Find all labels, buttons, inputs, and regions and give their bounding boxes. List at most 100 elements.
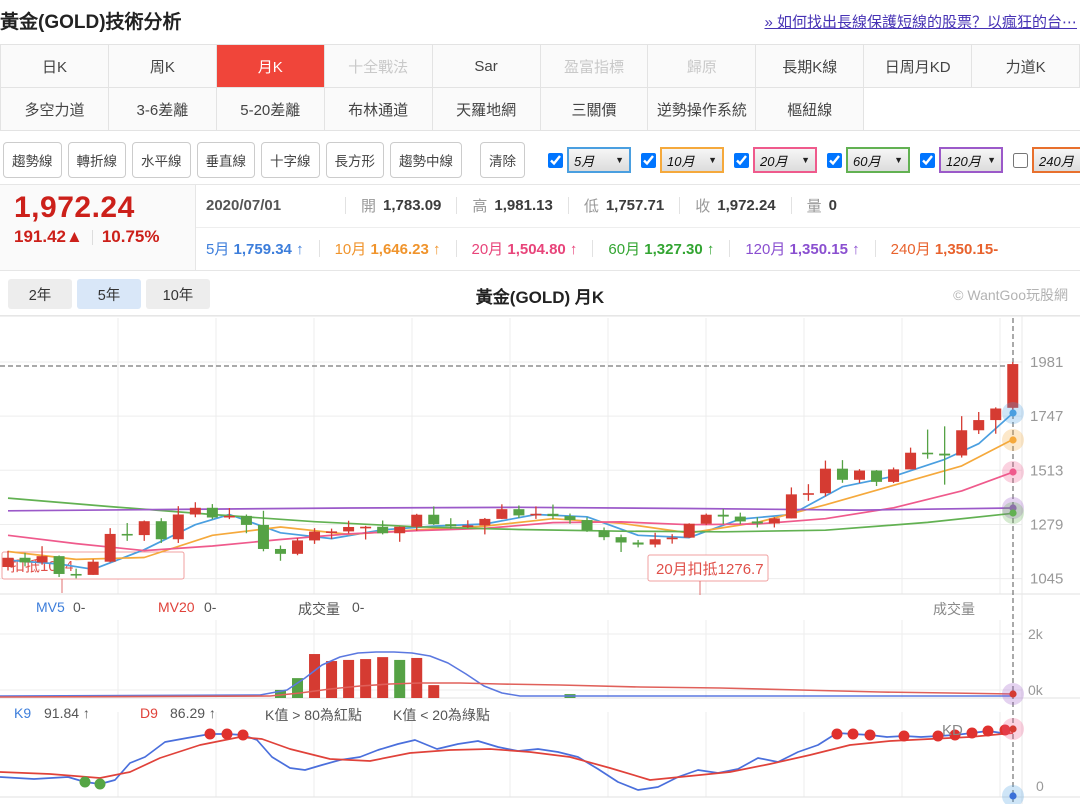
ma-checkbox-20month[interactable]: [734, 152, 749, 168]
ma-checkbox-60month[interactable]: [827, 152, 842, 168]
tab-bollinger[interactable]: 布林通道: [324, 88, 433, 131]
divider: [345, 197, 346, 215]
tab-yingfu[interactable]: 盈富指標: [540, 45, 649, 88]
chart-toolbar: 2年 5年 10年 黃金(GOLD) 月K © WantGoo玩股網: [0, 272, 1080, 316]
crossline-button[interactable]: 十字線: [261, 142, 320, 178]
svg-text:1279: 1279: [1030, 516, 1063, 533]
tab-guiyuan[interactable]: 歸原: [648, 45, 757, 88]
tab-nishi[interactable]: 逆勢操作系統: [648, 88, 757, 131]
ma-toggle-60month: 60月 ▼: [827, 147, 910, 173]
tab-monthly-k[interactable]: 月K: [216, 45, 325, 88]
mv20-label: MV20: [158, 599, 195, 615]
tab-duokong[interactable]: 多空力道: [1, 88, 109, 131]
kd-note-red: K值 > 80為紅點: [265, 707, 362, 723]
ma-select-10month[interactable]: 10月 ▼: [660, 147, 724, 173]
tab-sanguan[interactable]: 三關價: [540, 88, 649, 131]
close-label: 收: [695, 198, 711, 216]
dropdown-caret-icon: ▼: [615, 155, 624, 165]
close-value: 1,972.24: [717, 197, 776, 215]
tab-shiquan[interactable]: 十全戰法: [324, 45, 433, 88]
dropdown-caret-icon: ▼: [894, 155, 903, 165]
ma-checkbox-5month[interactable]: [548, 152, 563, 168]
tab-sar[interactable]: Sar: [432, 45, 541, 88]
clear-button[interactable]: 清除: [480, 142, 525, 178]
select-label: 20月: [760, 153, 788, 169]
volume-label: 量: [806, 198, 822, 216]
mv5-label: MV5: [36, 599, 65, 615]
price-change-percent: 10.75%: [101, 227, 160, 246]
ma-select-5month[interactable]: 5月 ▼: [567, 147, 631, 173]
divider: [790, 197, 792, 215]
ma5-value: 5月 1,759.34 ↑: [206, 241, 304, 259]
ma-select-20month[interactable]: 20月 ▼: [753, 147, 817, 173]
divider: [567, 197, 569, 215]
tab-weekly-k[interactable]: 周K: [108, 45, 217, 88]
tab-daily-k[interactable]: 日K: [1, 45, 109, 88]
ma-checkbox-120month[interactable]: [920, 152, 935, 168]
low-value: 1,757.71: [605, 197, 665, 215]
ma-checkbox-240month[interactable]: [1013, 152, 1028, 168]
open-pair: 開 1,783.09: [361, 195, 441, 216]
tab-dwm-kd[interactable]: 日周月KD: [864, 45, 973, 88]
ma-toggle-row: 5月 ▼ 10月 ▼ 20月 ▼ 60月 ▼ 120月 ▼ 240月▼: [548, 147, 1080, 173]
trendline-button[interactable]: 趨勢線: [3, 142, 62, 178]
range-5year-button[interactable]: 5年: [77, 279, 141, 309]
vline-button[interactable]: 垂直線: [196, 142, 255, 178]
tab-lidao-k[interactable]: 力道K: [972, 45, 1080, 88]
chart-title: 黃金(GOLD) 月K: [475, 288, 605, 307]
header: 黃金(GOLD)技術分析 » 如何找出長線保護短線的股票？以瘋狂的台⋯: [0, 0, 1080, 40]
volume-pair: 量0: [807, 195, 837, 216]
svg-text:1513: 1513: [1030, 462, 1063, 479]
ma-toggle-120month: 120月 ▼: [920, 147, 1003, 173]
range-10year-button[interactable]: 10年: [146, 279, 210, 309]
price-change: 191.42▲: [14, 227, 83, 246]
last-price: 1,972.24: [14, 191, 135, 224]
watermark: © WantGoo玩股網: [953, 287, 1068, 303]
ma-select-120month[interactable]: 120月 ▼: [939, 147, 1003, 173]
tab-tianluo[interactable]: 天羅地網: [432, 88, 541, 131]
divider: [455, 240, 457, 258]
high-pair: 高 1,981.13: [472, 195, 552, 216]
tab-longterm-k[interactable]: 長期K線: [756, 45, 865, 88]
ma60-value: 60月 1,327.30 ↑: [608, 241, 715, 259]
ma-toggle-5month: 5月 ▼: [548, 147, 631, 173]
trend-midline-button[interactable]: 趨勢中線: [390, 142, 462, 178]
ma-toggle-20month: 20月 ▼: [734, 147, 817, 173]
rectangle-button[interactable]: 長方形: [325, 142, 384, 178]
svg-text:1045: 1045: [1030, 571, 1063, 588]
tab-pivot[interactable]: 樞紐線: [756, 88, 865, 131]
ma-toggle-240month: 240月▼: [1013, 147, 1080, 173]
divider: [679, 197, 681, 215]
page: 黃金(GOLD)技術分析 » 如何找出長線保護短線的股票？以瘋狂的台⋯ 日K 周…: [0, 0, 1080, 804]
high-label: 高: [472, 198, 488, 216]
volume-corner-label: 成交量: [933, 601, 975, 617]
high-value: 1,981.13: [494, 197, 553, 215]
ma240-value: 240月 1,350.15-: [890, 241, 999, 259]
quote-price-block: 1,972.24 191.42▲ 10.75%: [0, 185, 196, 270]
ma-checkbox-10month[interactable]: [641, 152, 656, 168]
range-2year-button[interactable]: 2年: [8, 279, 72, 309]
close-pair: 收 1,972.24: [695, 195, 775, 216]
dropdown-caret-icon: ▼: [987, 155, 996, 165]
vol-value: 0-: [352, 599, 365, 615]
hline-button[interactable]: 水平線: [132, 142, 191, 178]
related-article-link[interactable]: » 如何找出長線保護短線的股票？以瘋狂的台⋯: [764, 11, 1077, 32]
page-title: 黃金(GOLD)技術分析: [0, 12, 182, 33]
ma20-value: 20月 1,504.80 ↑: [471, 241, 578, 259]
svg-text:1747: 1747: [1030, 408, 1063, 425]
ma10-value: 10月 1,646.23 ↑: [334, 241, 441, 259]
tab-5-20-diff[interactable]: 5-20差離: [216, 88, 325, 131]
tab-3-6-diff[interactable]: 3-6差離: [108, 88, 217, 131]
price-change-row: 191.42▲ 10.75%: [14, 227, 195, 247]
kd-corner-label: KD: [942, 722, 963, 739]
ma-select-60month[interactable]: 60月 ▼: [846, 147, 910, 173]
zigzag-button[interactable]: 轉折線: [67, 142, 126, 178]
ma-select-240month[interactable]: 240月▼: [1032, 147, 1080, 173]
kd-labels: K9 91.84 ↑ D9 86.29 ↑ K值 > 80為紅點 K值 < 20…: [0, 705, 1080, 723]
divider: [874, 240, 876, 258]
svg-text:0: 0: [1036, 778, 1044, 794]
svg-text:20月扣抵1276.7: 20月扣抵1276.7: [656, 561, 764, 578]
dropdown-caret-icon: ▼: [708, 155, 717, 165]
open-label: 開: [361, 198, 377, 216]
low-pair: 低 1,757.71: [584, 195, 664, 216]
